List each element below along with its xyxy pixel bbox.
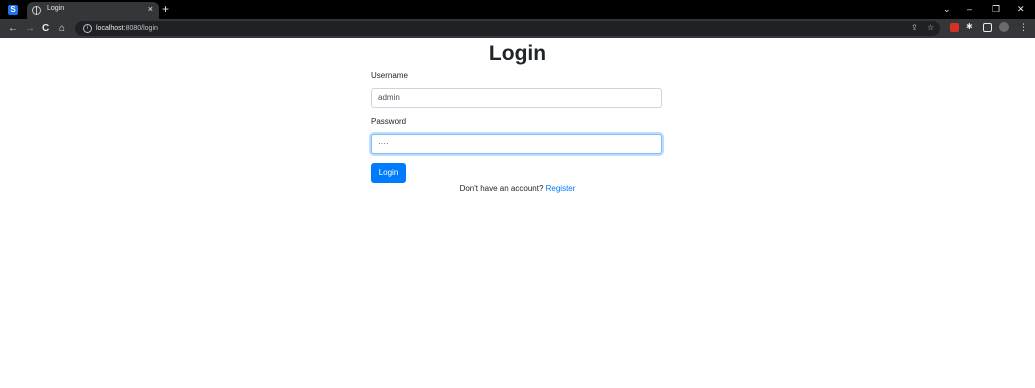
bookmark-star-icon[interactable]: ☆: [927, 22, 934, 34]
forward-icon[interactable]: →: [25, 22, 35, 35]
password-input[interactable]: ····: [371, 134, 662, 154]
side-panel-icon[interactable]: [983, 23, 992, 32]
app-badge-icon[interactable]: S: [8, 5, 18, 15]
window-close-icon[interactable]: ✕: [1017, 2, 1025, 16]
globe-icon: [32, 6, 41, 15]
username-input[interactable]: admin: [371, 88, 662, 108]
home-icon[interactable]: ⌂: [59, 22, 65, 35]
page-title: Login: [488, 42, 547, 65]
reload-icon[interactable]: C: [42, 22, 49, 35]
username-label: Username: [371, 71, 408, 80]
extension-red-icon[interactable]: [950, 23, 959, 32]
password-label: Password: [371, 117, 407, 126]
share-icon[interactable]: ⇪: [911, 22, 918, 34]
login-button[interactable]: Login: [371, 163, 406, 183]
register-prompt-text: Don't have an account?: [459, 184, 544, 193]
restore-icon[interactable]: ❐: [992, 2, 1000, 16]
extensions-puzzle-icon[interactable]: ✱: [966, 21, 975, 31]
register-link[interactable]: Register: [546, 184, 576, 193]
tab-close-icon[interactable]: ×: [148, 4, 153, 14]
browser-tab[interactable]: Login ×: [27, 2, 159, 19]
register-prompt: Don't have an account? Register: [0, 184, 1035, 194]
tab-search-icon[interactable]: ⌄: [943, 2, 951, 16]
browser-tab-strip: S Login × + ⌄ – ❐ ✕: [0, 0, 1035, 19]
site-info-icon[interactable]: i: [83, 24, 92, 33]
login-form: Username admin Password ···· Login: [371, 68, 662, 183]
address-bar[interactable]: i localhost:8080/login ⇪ ☆: [75, 21, 940, 36]
url-text: localhost:8080/login: [96, 25, 158, 32]
tab-title: Login: [47, 5, 65, 12]
profile-avatar[interactable]: [999, 22, 1009, 32]
kebab-menu-icon[interactable]: ⋮: [1019, 21, 1028, 32]
minimize-icon[interactable]: –: [967, 2, 972, 16]
back-icon[interactable]: ←: [8, 22, 18, 35]
browser-toolbar: ← → C ⌂ i localhost:8080/login ⇪ ☆ ✱ ⋮: [0, 19, 1035, 38]
new-tab-icon[interactable]: +: [162, 2, 169, 16]
